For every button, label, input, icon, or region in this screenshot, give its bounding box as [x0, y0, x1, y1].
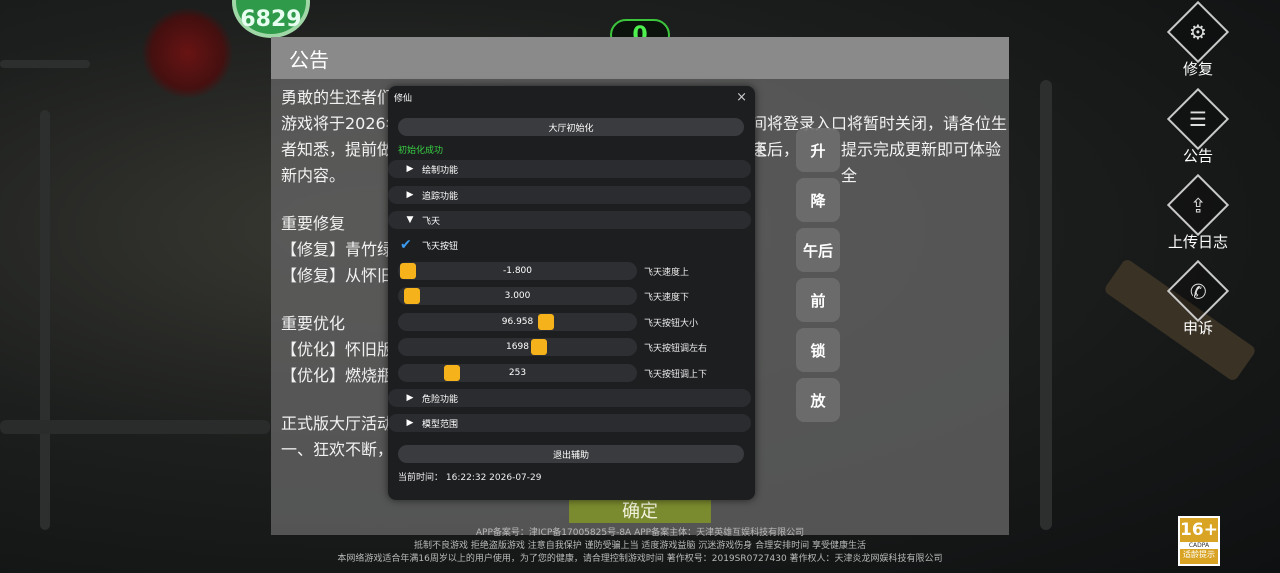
current-time: 当前时间： 16:22:32 2026-07-29 [398, 470, 541, 483]
slider-knob[interactable] [400, 263, 416, 279]
mod-menu: 修仙 × 大厅初始化 初始化成功 ▶ 绘制功能 ▶ 追踪功能 ▼ 飞天 ✔ 飞天… [388, 86, 755, 500]
checkmark-icon: ✔ [400, 237, 412, 253]
slider-label: 飞天速度上 [644, 268, 690, 278]
slider-fly-button-horizontal[interactable]: 1698 飞天按钮调左右 [398, 338, 748, 356]
fly-button-checkbox[interactable]: ✔ 飞天按钮 [400, 238, 458, 252]
footer: APP备案号：津ICP备17005825号-8A APP备案主体：天津英雄互娱科… [0, 527, 1280, 566]
rise-button[interactable]: 升 [796, 128, 840, 172]
upload-log-button[interactable]: ⇪ 上传日志 [1153, 173, 1243, 252]
slider-knob[interactable] [537, 314, 554, 330]
section-draw[interactable]: ▶ 绘制功能 [388, 160, 751, 178]
footer-line: 抵制不良游戏 拒绝盗版游戏 注意自我保护 谨防受骗上当 适度游戏益脑 沉迷游戏伤… [413, 541, 867, 551]
collapse-arrow-icon: ▼ [406, 215, 414, 225]
slider-knob[interactable] [531, 339, 548, 355]
expand-arrow-icon: ▶ [406, 393, 414, 403]
gears-icon: ⚙ [1166, 0, 1230, 64]
lock-button[interactable]: 锁 [796, 328, 840, 372]
descend-button[interactable]: 降 [796, 178, 840, 222]
slider-value: 3.000 [504, 291, 531, 301]
confirm-button[interactable]: 确定 [569, 497, 711, 523]
age-text: 适龄提示 [1183, 550, 1215, 559]
section-label: 追踪功能 [422, 191, 459, 202]
notice-button[interactable]: ☰ 公告 [1153, 87, 1243, 166]
notice-icon: ☰ [1166, 87, 1230, 151]
slider-label: 飞天速度下 [644, 293, 690, 303]
slider-track[interactable]: 96.958 [398, 313, 637, 331]
section-model[interactable]: ▶ 模型范围 [388, 414, 751, 432]
section-label: 绘制功能 [422, 165, 459, 176]
upload-icon: ⇪ [1166, 173, 1230, 237]
slider-value: 1698 [506, 342, 529, 352]
release-button[interactable]: 放 [796, 378, 840, 422]
slider-track[interactable]: 1698 [398, 338, 637, 356]
slider-fly-speed-up[interactable]: -1.800 飞天速度上 [398, 262, 748, 280]
init-status: 初始化成功 [398, 146, 444, 156]
slider-value: 96.958 [501, 317, 534, 327]
biohazard-emblem [140, 8, 235, 98]
expand-arrow-icon: ▶ [406, 190, 414, 200]
slider-fly-button-vertical[interactable]: 253 飞天按钮调上下 [398, 364, 748, 382]
slider-label: 飞天按钮大小 [644, 319, 699, 329]
slider-value: -1.800 [502, 266, 532, 276]
slider-knob[interactable] [443, 365, 460, 381]
section-label: 模型范围 [422, 419, 459, 430]
repair-button[interactable]: ⚙ 修复 [1153, 0, 1243, 79]
footer-line: APP备案号：津ICP备17005825号-8A APP备案主体：天津英雄互娱科… [475, 528, 805, 538]
age-org: CADPA [1180, 542, 1218, 549]
notice-title: 公告 [271, 37, 1009, 79]
afternoon-button[interactable]: 午后 [796, 228, 840, 272]
slider-track[interactable]: 253 [398, 364, 637, 382]
expand-arrow-icon: ▶ [406, 418, 414, 428]
exit-assist-button[interactable]: 退出辅助 [398, 445, 744, 463]
menu-title: 修仙 [394, 93, 413, 104]
lobby-init-button[interactable]: 大厅初始化 [398, 118, 744, 136]
slider-fly-speed-down[interactable]: 3.000 飞天速度下 [398, 287, 748, 305]
slider-knob[interactable] [404, 288, 421, 304]
slider-value: 253 [508, 368, 527, 378]
close-icon[interactable]: × [736, 90, 747, 105]
menu-header: 修仙 × [388, 86, 755, 108]
age-rating-badge: 16+ CADPA 适龄提示 [1178, 516, 1220, 566]
slider-fly-button-size[interactable]: 96.958 飞天按钮大小 [398, 313, 748, 331]
slider-track[interactable]: -1.800 [398, 262, 637, 280]
checkbox-label: 飞天按钮 [422, 241, 459, 252]
section-label: 飞天 [422, 216, 441, 227]
age-number: 16+ [1180, 520, 1218, 540]
slider-label: 飞天按钮调左右 [644, 344, 708, 354]
footer-line: 本网络游戏适合年满16周岁以上的用户使用，为了您的健康，请合理控制游戏时间 著作… [337, 554, 943, 564]
section-track[interactable]: ▶ 追踪功能 [388, 186, 751, 204]
section-danger[interactable]: ▶ 危险功能 [388, 389, 751, 407]
phone-icon: ✆ [1166, 259, 1230, 323]
appeal-button[interactable]: ✆ 申诉 [1153, 259, 1243, 338]
time-label: 当前时间： [398, 473, 444, 483]
forward-button[interactable]: 前 [796, 278, 840, 322]
expand-arrow-icon: ▶ [406, 164, 414, 174]
section-fly[interactable]: ▼ 飞天 [388, 211, 751, 229]
section-label: 危险功能 [422, 394, 459, 405]
slider-label: 飞天按钮调上下 [644, 370, 708, 380]
slider-track[interactable]: 3.000 [398, 287, 637, 305]
time-value: 16:22:32 2026-07-29 [445, 473, 542, 483]
